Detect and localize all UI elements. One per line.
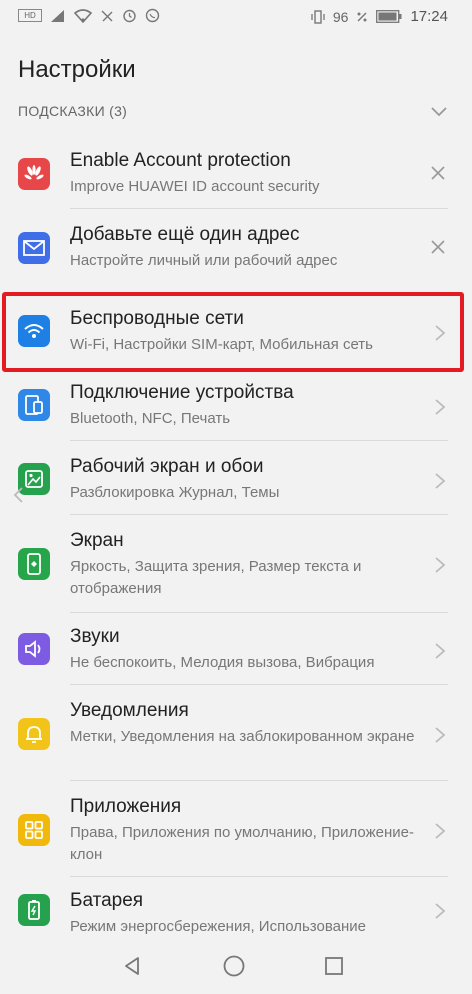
tips-header[interactable]: ПОДСКАЗКИ (3) (18, 103, 454, 127)
item-title: Рабочий экран и обои (70, 456, 264, 477)
item-title: Добавьте ещё один адрес (70, 224, 300, 245)
divider (70, 780, 448, 781)
huawei-icon (18, 158, 50, 190)
divider (70, 612, 448, 613)
close-icon[interactable] (430, 165, 446, 181)
settings-item-apps[interactable]: Приложения Права, Приложения по умолчани… (0, 790, 472, 876)
tips-label: ПОДСКАЗКИ (3) (18, 103, 128, 119)
item-title: Enable Account protection (70, 150, 291, 171)
divider (70, 440, 448, 441)
recents-button[interactable] (318, 950, 350, 982)
status-right-icons: 96 17:24 (311, 8, 448, 25)
item-title: Батарея (70, 890, 144, 911)
display-icon (18, 548, 50, 580)
settings-item-notifications[interactable]: Уведомления Метки, Уведомления на заблок… (0, 694, 472, 780)
status-bar: HD 96 17:24 (0, 0, 472, 34)
no-disturb-icon (101, 10, 113, 21)
settings-item-device-connection[interactable]: Подключение устройства Bluetooth, NFC, П… (0, 376, 472, 438)
item-subtitle: Improve HUAWEI ID account security (70, 178, 320, 195)
bell-icon (18, 718, 50, 750)
divider (70, 684, 448, 685)
divider (70, 514, 448, 515)
page-title: Настройки (18, 56, 136, 83)
item-title: Уведомления (70, 700, 189, 721)
item-subtitle: Разблокировка Журнал, Темы (70, 484, 280, 501)
item-title: Приложения (70, 796, 182, 817)
alarm-icon (123, 9, 136, 23)
device-icon (18, 389, 50, 421)
item-subtitle: Права, Приложения по умолчанию, Приложен… (70, 824, 414, 863)
battery-percent: 96 (332, 8, 349, 25)
vibrate-icon (311, 9, 325, 24)
chevron-right-icon (435, 473, 446, 489)
chevron-right-icon (435, 823, 446, 839)
whatsapp-icon (145, 8, 160, 23)
apps-icon (18, 814, 50, 846)
item-subtitle: Яркость, Защита зрения, Размер текста и … (70, 558, 362, 597)
item-title: Звуки (70, 626, 120, 647)
item-subtitle: Режим энергосбережения, Использование (70, 918, 366, 935)
tip-item-account-protection[interactable]: Enable Account protection Improve HUAWEI… (0, 144, 472, 206)
mail-icon (18, 232, 50, 264)
wifi-icon (74, 8, 92, 23)
side-back-handle-icon[interactable] (12, 486, 24, 504)
back-button[interactable] (116, 950, 148, 982)
chevron-right-icon (435, 399, 446, 415)
battery-icon (18, 894, 50, 926)
chevron-right-icon (435, 557, 446, 573)
signal-icon (51, 9, 64, 22)
sim-icon: HD (18, 9, 42, 22)
chevron-right-icon (435, 643, 446, 659)
item-subtitle: Настройте личный или рабочий адрес (70, 252, 338, 269)
back-icon (125, 957, 139, 975)
item-subtitle: Метки, Уведомления на заблокированном эк… (70, 728, 415, 745)
data-icon (357, 12, 367, 21)
sound-icon (18, 633, 50, 665)
status-left-icons: HD (18, 8, 160, 23)
chevron-right-icon (435, 903, 446, 919)
home-button[interactable] (218, 950, 250, 982)
battery-icon (376, 10, 402, 23)
clock: 17:24 (410, 8, 448, 25)
settings-item-battery[interactable]: Батарея Режим энергосбережения, Использо… (0, 884, 472, 940)
close-icon[interactable] (430, 239, 446, 255)
home-icon (223, 955, 245, 977)
navigation-bar (0, 942, 472, 994)
item-title: Экран (70, 530, 124, 551)
settings-item-sounds[interactable]: Звуки Не беспокоить, Мелодия вызова, Виб… (0, 620, 472, 682)
highlight-box (2, 292, 464, 372)
item-subtitle: Не беспокоить, Мелодия вызова, Вибрация (70, 654, 375, 671)
tip-item-add-address[interactable]: Добавьте ещё один адрес Настройте личный… (0, 218, 472, 280)
chevron-right-icon (435, 727, 446, 743)
chevron-down-icon[interactable] (430, 103, 448, 121)
divider (70, 876, 448, 877)
recents-icon (325, 957, 343, 975)
item-subtitle: Bluetooth, NFC, Печать (70, 410, 231, 427)
settings-item-display[interactable]: Экран Яркость, Защита зрения, Размер тек… (0, 524, 472, 610)
settings-item-home-screen[interactable]: Рабочий экран и обои Разблокировка Журна… (0, 450, 472, 512)
divider (70, 208, 448, 209)
item-title: Подключение устройства (70, 382, 294, 403)
